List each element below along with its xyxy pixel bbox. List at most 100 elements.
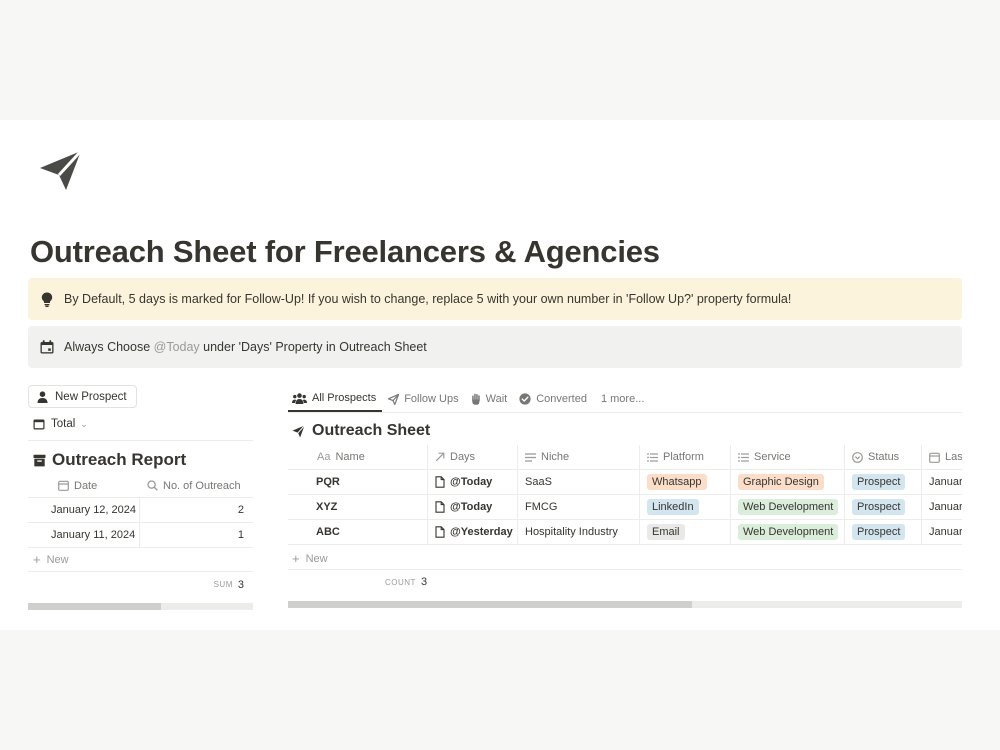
report-header-row: Date No. of Outreach [28, 474, 253, 498]
date-column-header[interactable]: Date [28, 474, 140, 497]
followup-callout-text: By Default, 5 days is marked for Follow-… [64, 292, 792, 306]
service-cell[interactable]: Web Development [731, 520, 845, 544]
status-cell[interactable]: Prospect [845, 495, 922, 519]
platform-pill: Email [647, 524, 685, 540]
platform-cell[interactable]: LinkedIn [640, 495, 731, 519]
total-view-selector[interactable]: Total ⌄ [33, 418, 88, 430]
days-callout-text-after: under 'Days' Property in Outreach Sheet [199, 340, 427, 354]
calendar-icon [39, 339, 55, 355]
days-cell[interactable]: @Today [428, 495, 518, 519]
days-mention: @Yesterday [450, 526, 513, 538]
status-cell[interactable]: Prospect [845, 520, 922, 544]
report-count-cell: 1 [237, 529, 244, 541]
table-count-footer: COUNT 3 [288, 569, 962, 594]
page-icon [435, 526, 445, 538]
table-horizontal-scrollbar[interactable] [288, 601, 962, 608]
days-column-header[interactable]: Days [428, 445, 518, 469]
view-tabs: All Prospects Follow Ups Wait Converted … [288, 386, 962, 413]
tab-wait[interactable]: Wait [467, 386, 514, 412]
lightbulb-icon [39, 291, 55, 307]
days-cell[interactable]: @Today [428, 470, 518, 494]
table-new-row-button[interactable]: + New [292, 551, 328, 566]
status-pill: Prospect [852, 524, 906, 540]
service-column-label: Service [754, 451, 791, 463]
last-cell[interactable]: January [922, 495, 962, 519]
service-cell[interactable]: Web Development [731, 495, 845, 519]
scrollbar-thumb[interactable] [288, 601, 693, 608]
report-count-cell: 2 [237, 504, 244, 516]
report-horizontal-scrollbar[interactable] [28, 603, 253, 610]
outreach-report-title[interactable]: Outreach Report [33, 450, 186, 470]
total-label: Total [51, 418, 76, 430]
niche-column-header[interactable]: Niche [518, 445, 640, 469]
status-cell[interactable]: Prospect [845, 470, 922, 494]
platform-column-header[interactable]: Platform [640, 445, 731, 469]
report-row[interactable]: January 11, 2024 1 [28, 523, 253, 548]
outreach-sheet-title[interactable]: Outreach Sheet [292, 422, 430, 440]
table-header-row: Aa Name Days Niche Platform Service Stat… [288, 445, 962, 470]
text-type-icon: Aa [317, 451, 331, 463]
last-cell[interactable]: January [922, 470, 962, 494]
platform-pill: Whatsapp [647, 474, 707, 490]
service-cell[interactable]: Graphic Design [731, 470, 845, 494]
service-pill: Graphic Design [738, 474, 824, 490]
new-prospect-label: New Prospect [55, 390, 127, 403]
person-icon [37, 390, 48, 403]
new-prospect-button[interactable]: New Prospect [28, 385, 137, 408]
report-row[interactable]: January 12, 2024 2 [28, 498, 253, 523]
last-cell[interactable]: January [922, 520, 962, 544]
platform-pill: LinkedIn [647, 499, 699, 515]
arrow-up-right-icon [435, 452, 445, 462]
report-date-cell: January 11, 2024 [28, 523, 140, 547]
status-pill: Prospect [852, 499, 906, 515]
page-icon [435, 476, 445, 488]
service-column-header[interactable]: Service [731, 445, 845, 469]
divider [28, 440, 253, 441]
page-title: Outreach Sheet for Freelancers & Agencie… [30, 234, 660, 269]
scrollbar-thumb[interactable] [28, 603, 161, 610]
tab-all-prospects-label: All Prospects [312, 392, 377, 404]
table-row[interactable]: PQR @Today SaaS Whatsapp Graphic Design … [288, 470, 962, 495]
status-icon [852, 451, 863, 463]
status-column-header[interactable]: Status [845, 445, 922, 469]
name-cell[interactable]: XYZ [288, 495, 428, 519]
tab-more[interactable]: 1 more... [595, 386, 650, 412]
outreach-table: Aa Name Days Niche Platform Service Stat… [288, 445, 962, 546]
page-icon [435, 501, 445, 513]
name-column-header[interactable]: Aa Name [288, 445, 428, 469]
plus-icon: + [33, 552, 41, 567]
tab-follow-ups-label: Follow Ups [404, 393, 459, 405]
count-calculation[interactable]: COUNT 3 [385, 576, 427, 588]
tab-follow-ups[interactable]: Follow Ups [384, 386, 464, 412]
name-cell[interactable]: PQR [288, 470, 428, 494]
niche-column-label: Niche [541, 451, 570, 463]
tab-all-prospects[interactable]: All Prospects [288, 386, 383, 412]
date-column-label: Date [74, 479, 98, 492]
niche-cell[interactable]: SaaS [518, 470, 640, 494]
days-cell[interactable]: @Yesterday [428, 520, 518, 544]
paper-plane-icon [388, 393, 400, 405]
report-date-cell: January 12, 2024 [28, 498, 140, 522]
people-icon [292, 392, 307, 404]
days-callout-text-before: Always Choose [64, 340, 154, 354]
tab-converted[interactable]: Converted [515, 386, 593, 412]
niche-cell[interactable]: Hospitality Industry [518, 520, 640, 544]
report-new-label: New [46, 553, 69, 566]
name-cell[interactable]: ABC [288, 520, 428, 544]
paper-plane-icon[interactable] [38, 148, 84, 194]
count-column-header[interactable]: No. of Outreach [140, 474, 253, 497]
niche-cell[interactable]: FMCG [518, 495, 640, 519]
last-column-header[interactable]: Las [922, 445, 962, 469]
report-sum-footer[interactable]: SUM 3 [28, 571, 253, 597]
days-mention: @Today [450, 501, 493, 513]
status-column-label: Status [868, 451, 900, 463]
report-new-row-button[interactable]: + New [33, 552, 69, 567]
platform-cell[interactable]: Whatsapp [640, 470, 731, 494]
table-row[interactable]: ABC @Yesterday Hospitality Industry Emai… [288, 520, 962, 545]
count-value: 3 [420, 576, 428, 588]
name-column-label: Name [335, 451, 365, 463]
table-row[interactable]: XYZ @Today FMCG LinkedIn Web Development… [288, 495, 962, 520]
platform-cell[interactable]: Email [640, 520, 731, 544]
calendar-icon [33, 418, 45, 430]
calendar-icon [58, 480, 69, 491]
